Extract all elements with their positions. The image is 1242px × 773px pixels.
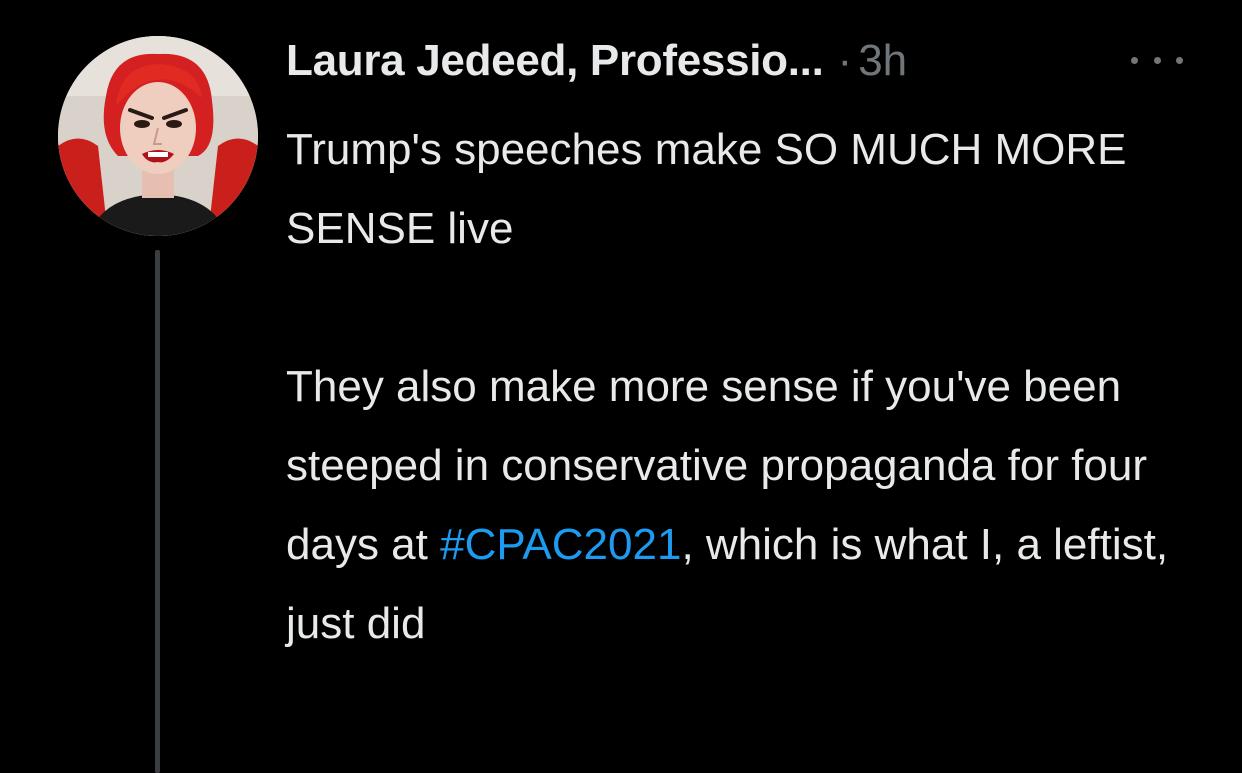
- hashtag-link[interactable]: #CPAC2021: [440, 520, 681, 569]
- header-separator: ·: [837, 36, 853, 85]
- avatar[interactable]: [58, 36, 258, 236]
- profile-photo-icon: [58, 36, 258, 236]
- display-name[interactable]: Laura Jedeed, Professio...: [286, 36, 824, 86]
- tweet-paragraph-2: They also make more sense if you've been…: [286, 347, 1186, 663]
- tweet-text: Trump's speeches make SO MUCH MORE SENSE…: [286, 110, 1186, 663]
- avatar-column: [58, 36, 258, 236]
- tweet[interactable]: Laura Jedeed, Professio... · 3h Trump's …: [0, 0, 1242, 773]
- tweet-paragraph-1: Trump's speeches make SO MUCH MORE SENSE…: [286, 125, 1127, 253]
- thread-line: [155, 250, 160, 773]
- tweet-header: Laura Jedeed, Professio... · 3h: [286, 36, 1206, 100]
- timestamp[interactable]: 3h: [858, 36, 907, 86]
- ellipsis-icon[interactable]: [1131, 40, 1183, 80]
- tweet-content: Laura Jedeed, Professio... · 3h Trump's …: [286, 36, 1206, 663]
